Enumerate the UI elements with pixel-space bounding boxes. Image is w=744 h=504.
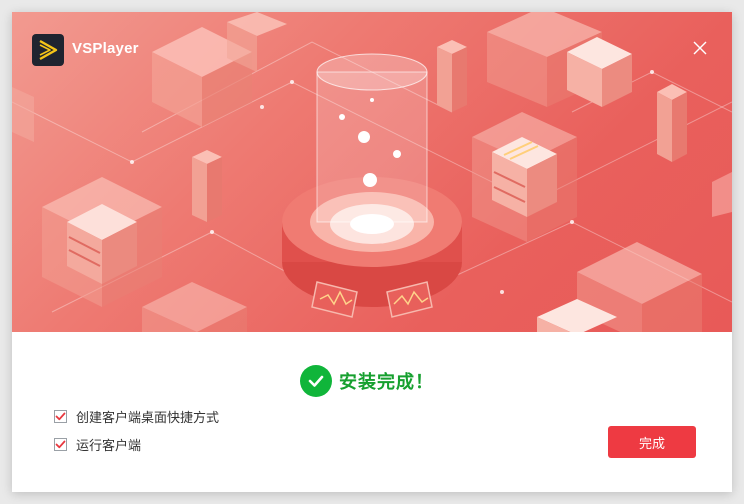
banner-graphic xyxy=(12,12,732,332)
app-title: VSPlayer xyxy=(72,40,139,57)
installer-window: VSPlayer 安装完成！ 创建客户端桌面快捷方式 运行客户端 完成 xyxy=(12,12,732,492)
run-client-label: 运行客户端 xyxy=(76,438,142,454)
run-client-option[interactable]: 运行客户端 xyxy=(54,436,142,454)
create-shortcut-option[interactable]: 创建客户端桌面快捷方式 xyxy=(54,408,220,426)
close-icon xyxy=(693,41,707,55)
create-shortcut-checkbox[interactable] xyxy=(54,409,67,423)
checkmark-icon xyxy=(55,412,66,420)
finish-button[interactable]: 完成 xyxy=(608,426,696,458)
run-client-checkbox[interactable] xyxy=(54,437,67,451)
create-shortcut-label: 创建客户端桌面快捷方式 xyxy=(76,410,220,426)
banner-illustration: VSPlayer xyxy=(12,12,732,332)
checkmark-icon xyxy=(55,440,66,448)
close-button[interactable] xyxy=(692,40,708,56)
play-logo-icon xyxy=(32,34,64,66)
status-text: 安装完成！ xyxy=(339,372,434,393)
install-status: 安装完成！ xyxy=(300,365,434,397)
check-circle-icon xyxy=(300,365,332,397)
